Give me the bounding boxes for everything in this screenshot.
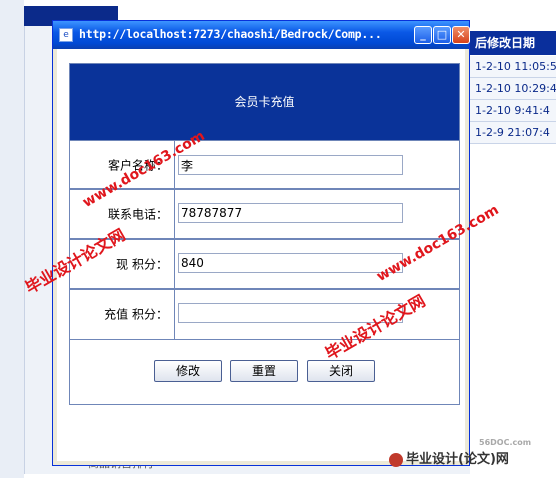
watermark-bottom-site: 56DOC.com [479,438,532,447]
background-date-cell: 1-2-10 9:41:4 [469,100,556,122]
background-date-cell: 1-2-10 10:29:4 [469,78,556,100]
maximize-icon[interactable]: □ [433,26,451,44]
window-titlebar[interactable]: e http://localhost:7273/chaoshi/Bedrock/… [53,21,470,49]
current-points-input[interactable] [178,253,403,273]
form-row-phone: 联系电话： [70,188,459,240]
watermark-bottom-brand: 毕业设计(论文)网 56DOC.com [389,438,531,467]
background-left-strip [0,0,24,478]
background-date-cell: 1-2-9 21:07:4 [469,122,556,144]
ie-page-icon: e [59,28,73,42]
brand-logo-icon [389,452,403,467]
recharge-points-label: 充值 积分： [70,289,175,339]
minimize-icon[interactable]: _ [414,26,432,44]
edit-button[interactable]: 修改 [154,360,222,382]
background-column-header: 后修改日期 [469,31,556,55]
close-button[interactable]: 关闭 [307,360,375,382]
recharge-form: 会员卡充值 客户名称： 联系电话： 现 积分： 充值 积分： 修改 重置 关闭 [69,63,460,405]
customer-name-input[interactable] [178,155,403,175]
close-icon[interactable]: ✕ [452,26,470,44]
phone-input[interactable] [178,203,403,223]
form-title: 会员卡充值 [70,64,459,140]
button-bar: 修改 重置 关闭 [70,338,459,404]
reset-button[interactable]: 重置 [230,360,298,382]
background-date-cell: 1-2-10 11:05:5 [469,56,556,78]
window-title: http://localhost:7273/chaoshi/Bedrock/Co… [79,27,382,41]
